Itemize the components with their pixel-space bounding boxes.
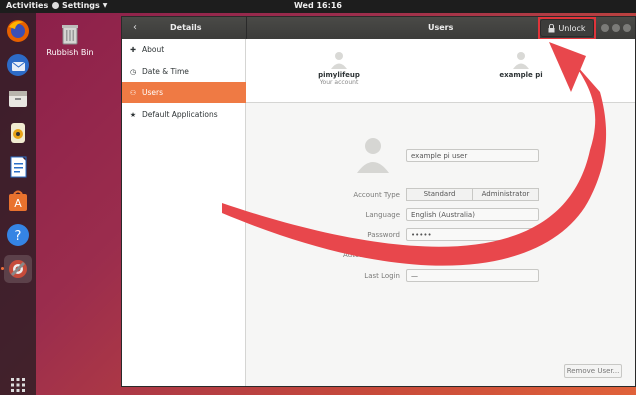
sidebar-item-label: Default Applications (142, 110, 218, 119)
language-label: Language (365, 211, 400, 219)
panel-title: Details (170, 23, 202, 32)
maximize-button[interactable] (612, 24, 620, 32)
account-type-standard[interactable]: Standard (406, 188, 473, 201)
clock-icon: ◷ (129, 67, 137, 76)
account-type-administrator[interactable]: Administrator (473, 188, 539, 201)
top-bar: Activities Settings ▼ Wed 16:16 (0, 0, 636, 13)
dock: A ? (0, 13, 36, 395)
sidebar: ✚ About ◷ Date & Time ⚇ Users ★ Default … (122, 39, 246, 386)
password-field[interactable]: ••••• (406, 228, 539, 241)
users-panel: pimylifeup Your account example pi examp… (246, 39, 635, 386)
account-subtitle: Your account (319, 79, 359, 86)
password-label: Password (367, 231, 400, 239)
sidebar-item-label: Date & Time (142, 67, 189, 76)
highlight-box (538, 17, 596, 40)
firefox-icon[interactable] (4, 17, 32, 45)
software-icon[interactable]: A (4, 187, 32, 215)
svg-text:?: ? (15, 229, 22, 244)
page-title: Users (428, 23, 454, 32)
thunderbird-icon[interactable] (4, 51, 32, 79)
users-icon: ⚇ (129, 88, 137, 97)
avatar (331, 52, 347, 69)
account-list: pimylifeup Your account example pi (246, 39, 635, 103)
running-indicator (1, 267, 4, 270)
account-name: pimylifeup (318, 71, 360, 79)
header-bar: ‹ Details Users Unlock (122, 17, 635, 40)
user-avatar-large[interactable] (354, 133, 392, 173)
settings-icon[interactable] (4, 255, 32, 283)
account-card[interactable]: pimylifeup Your account (294, 49, 384, 86)
language-field[interactable]: English (Australia) (406, 208, 539, 221)
account-name: example pi (499, 71, 543, 79)
sidebar-item-users[interactable]: ⚇ Users (122, 82, 246, 103)
sidebar-item-date-time[interactable]: ◷ Date & Time (122, 61, 246, 82)
header-separator (246, 17, 247, 39)
sidebar-item-about[interactable]: ✚ About (122, 39, 246, 60)
sidebar-item-default-applications[interactable]: ★ Default Applications (122, 104, 246, 125)
sidebar-item-label: About (142, 45, 165, 54)
files-icon[interactable] (4, 85, 32, 113)
rubbish-bin[interactable]: Rubbish Bin (44, 22, 96, 57)
remove-user-button[interactable]: Remove User... (564, 364, 622, 378)
svg-text:A: A (14, 197, 22, 210)
minimize-button[interactable] (601, 24, 609, 32)
trash-icon (62, 25, 78, 45)
switch-state: OFF (431, 251, 444, 258)
app-grid-icon[interactable] (4, 371, 32, 395)
rubbish-bin-label: Rubbish Bin (46, 48, 94, 57)
sidebar-item-label: Users (142, 88, 164, 97)
account-type-toggle: Standard Administrator (406, 188, 539, 201)
account-type-label: Account Type (353, 191, 400, 199)
full-name-field[interactable]: example pi user (406, 149, 539, 162)
settings-window: ‹ Details Users Unlock ✚ About ◷ Date & … (121, 16, 636, 387)
back-button[interactable]: ‹ (128, 21, 142, 35)
switch-knob (407, 250, 427, 260)
close-button[interactable] (623, 24, 631, 32)
star-icon: ★ (129, 110, 137, 119)
rhythmbox-icon[interactable] (4, 119, 32, 147)
last-login-field[interactable]: — (406, 269, 539, 282)
libreoffice-writer-icon[interactable] (4, 153, 32, 181)
last-login-label: Last Login (364, 272, 400, 280)
account-card[interactable]: example pi (476, 49, 566, 79)
automatic-login-label: Automatic Login (342, 251, 400, 259)
star-icon: ✚ (130, 45, 136, 54)
avatar (513, 52, 529, 69)
automatic-login-switch[interactable]: OFF (406, 249, 449, 261)
clock[interactable]: Wed 16:16 (0, 1, 636, 10)
help-icon[interactable]: ? (4, 221, 32, 249)
